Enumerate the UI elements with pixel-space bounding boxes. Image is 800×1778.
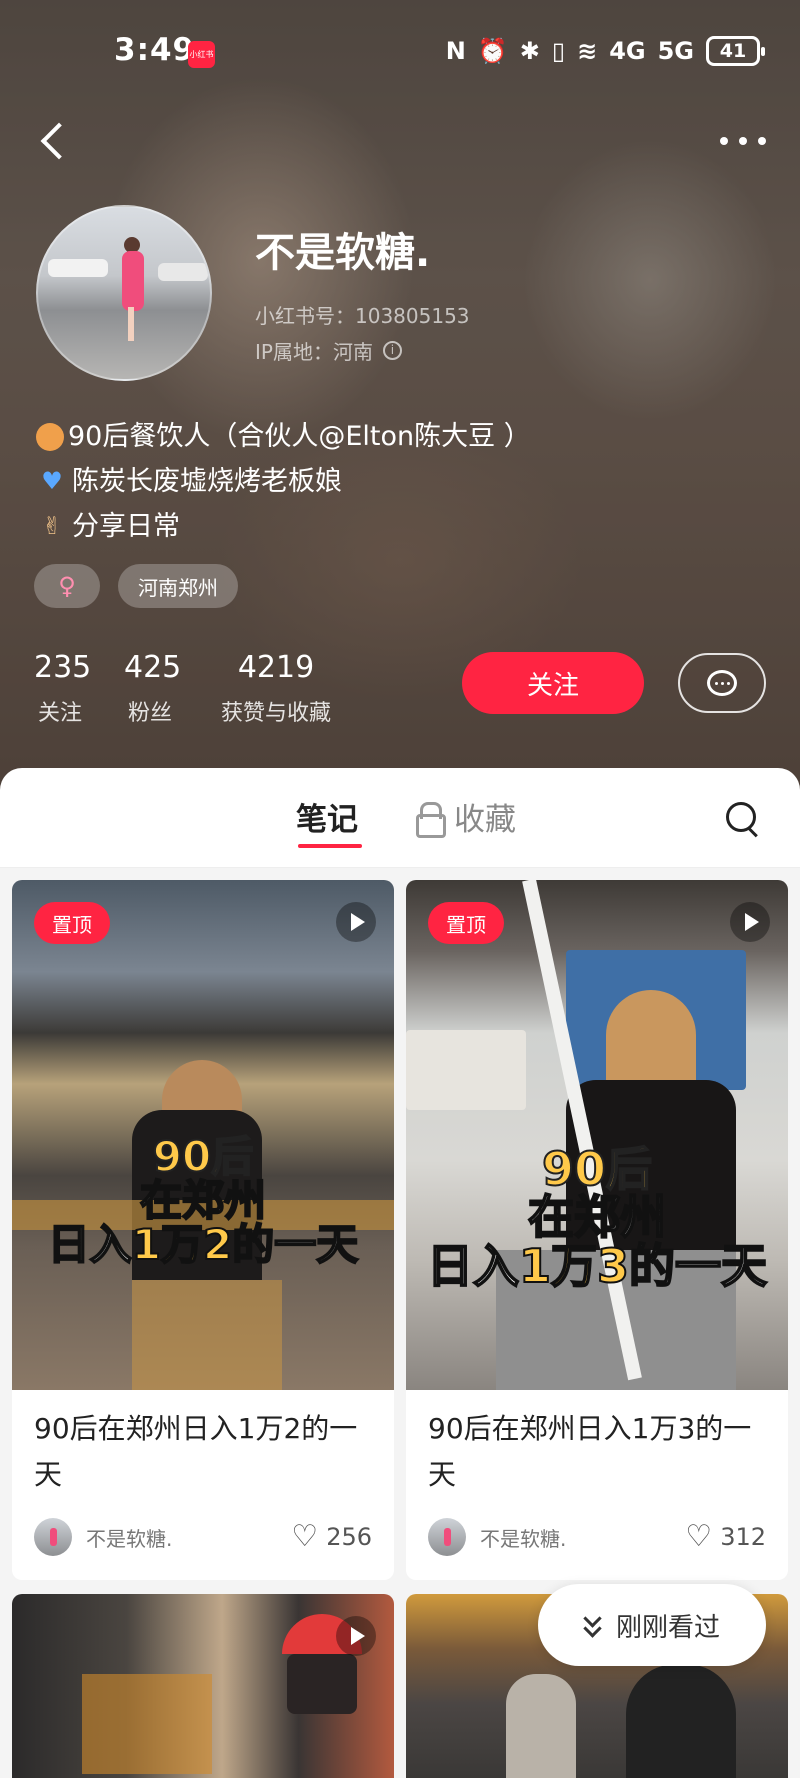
- profile-tags: ♀ 河南郑州: [34, 564, 238, 608]
- back-arrow-icon[interactable]: [34, 118, 74, 168]
- bio-line: ✌ 分享日常: [36, 504, 531, 549]
- stat-label: 获赞与收藏: [220, 701, 331, 726]
- bluetooth-icon: ✱: [519, 37, 540, 65]
- blue-heart-emoji-icon: ♥: [41, 467, 63, 495]
- ip-location[interactable]: IP属地：河南 i: [255, 336, 402, 365]
- red-id[interactable]: 小红书号：103805153: [255, 300, 470, 329]
- bio-line: ♥ 陈炭长废墟烧烤老板娘: [36, 459, 531, 504]
- location-tag[interactable]: 河南郑州: [118, 564, 238, 608]
- stat-value: 235: [34, 650, 92, 685]
- stat-likes-collects[interactable]: 4219 获赞与收藏: [214, 650, 338, 727]
- caption-line: 90后: [541, 1142, 653, 1196]
- profile-header: 3:49 小红书 N ⏰ ✱ ▯ ≋ 4G 5G 41 不是软糖. 小红书号：1…: [0, 0, 800, 790]
- play-icon: [336, 902, 376, 942]
- wifi-icon: ≋: [577, 37, 598, 65]
- bio-text: 分享日常: [72, 511, 180, 542]
- note-card[interactable]: [12, 1594, 394, 1778]
- recently-viewed-button[interactable]: 刚刚看过: [538, 1584, 766, 1666]
- note-cover-image[interactable]: [12, 1594, 394, 1778]
- chevron-down-icon: [584, 1614, 600, 1636]
- stat-value: 425: [124, 650, 182, 685]
- app-notification-badge: 小红书: [188, 41, 215, 68]
- bio-text: 陈炭长废墟烧烤老板娘: [72, 466, 342, 497]
- tab-favorites-label: 收藏: [454, 802, 516, 838]
- note-meta: 不是软糖. ♡ 256: [34, 1517, 372, 1557]
- stat-label: 关注: [37, 701, 82, 726]
- message-button[interactable]: [678, 653, 766, 713]
- caption-line: 在郑州: [527, 1190, 667, 1245]
- signal-4g-icon: 4G: [609, 37, 646, 65]
- note-card[interactable]: 置顶 90后 在郑州 日入1万2的一天 90后在郑州日入1万2的一天 不是软糖.…: [12, 880, 394, 1580]
- follow-button[interactable]: 关注: [462, 652, 644, 714]
- profile-avatar[interactable]: [36, 205, 212, 381]
- peace-hand-emoji-icon: ✌: [41, 512, 63, 540]
- content-tabs: 笔记 收藏: [0, 768, 800, 868]
- signal-5g-icon: 5G: [657, 37, 694, 65]
- status-time: 3:49: [114, 32, 196, 68]
- search-icon[interactable]: [726, 802, 760, 836]
- heart-icon[interactable]: ♡: [685, 1522, 712, 1552]
- author-avatar[interactable]: [34, 1518, 72, 1556]
- note-card[interactable]: 置顶 90后 在郑州 日入1万3的一天 90后在郑州日入1万3的一天 不是软糖.…: [406, 880, 788, 1580]
- cover-caption: 90后 在郑州 日入1万2的一天: [12, 1132, 394, 1270]
- bio-line: 90后餐饮人（合伙人@Elton陈大豆 ）: [36, 414, 531, 459]
- stat-label: 粉丝: [127, 701, 172, 726]
- profile-bio: 90后餐饮人（合伙人@Elton陈大豆 ） ♥ 陈炭长废墟烧烤老板娘 ✌ 分享日…: [36, 414, 531, 549]
- lock-icon: [416, 801, 446, 838]
- caption-line: 日入1万2的一天: [47, 1220, 359, 1270]
- tab-favorites[interactable]: 收藏: [416, 794, 516, 839]
- author-name[interactable]: 不是软糖.: [86, 1523, 291, 1552]
- author-name[interactable]: 不是软糖.: [480, 1523, 685, 1552]
- ip-location-text: IP属地：河南: [255, 340, 373, 364]
- nfc-icon: N: [445, 37, 466, 65]
- alarm-icon: ⏰: [477, 37, 508, 65]
- active-tab-indicator: [298, 844, 362, 848]
- raising-hand-emoji-icon: [36, 422, 64, 451]
- like-count: 256: [326, 1523, 372, 1551]
- stat-value: 4219: [237, 650, 315, 685]
- status-bar: 3:49 小红书 N ⏰ ✱ ▯ ≋ 4G 5G 41: [0, 0, 800, 110]
- profile-name: 不是软糖.: [255, 230, 431, 276]
- info-icon[interactable]: i: [382, 341, 402, 360]
- stat-followers[interactable]: 425 粉丝: [124, 650, 182, 727]
- note-title[interactable]: 90后在郑州日入1万2的一天: [34, 1406, 384, 1498]
- pinned-badge: 置顶: [34, 902, 110, 944]
- recently-viewed-label: 刚刚看过: [615, 1612, 720, 1643]
- more-dots-icon[interactable]: [720, 126, 766, 156]
- pinned-badge: 置顶: [428, 902, 504, 944]
- author-avatar[interactable]: [428, 1518, 466, 1556]
- stat-following[interactable]: 235 关注: [34, 650, 92, 727]
- female-icon: ♀: [34, 564, 100, 608]
- profile-stats: 235 关注 425 粉丝 4219 获赞与收藏: [34, 650, 376, 727]
- bio-text: 90后餐饮人（合伙人@Elton陈大豆 ）: [68, 421, 531, 452]
- heart-icon[interactable]: ♡: [291, 1522, 318, 1552]
- note-meta: 不是软糖. ♡ 312: [428, 1517, 766, 1557]
- caption-line: 在郑州: [139, 1176, 267, 1226]
- note-cover-image[interactable]: [406, 880, 788, 1390]
- caption-line: 90后: [152, 1132, 254, 1181]
- play-icon: [730, 902, 770, 942]
- chat-bubble-icon: [707, 670, 737, 696]
- cover-caption: 90后 在郑州 日入1万3的一天: [406, 1142, 788, 1293]
- status-icons: N ⏰ ✱ ▯ ≋ 4G 5G 41: [445, 36, 765, 66]
- like-count: 312: [720, 1523, 766, 1551]
- tab-notes[interactable]: 笔记: [296, 794, 358, 839]
- play-icon: [336, 1616, 376, 1656]
- vibrate-icon: ▯: [551, 37, 566, 65]
- caption-line: 日入1万3的一天: [426, 1238, 768, 1293]
- battery-icon: 41: [706, 36, 765, 66]
- note-title[interactable]: 90后在郑州日入1万3的一天: [428, 1406, 778, 1498]
